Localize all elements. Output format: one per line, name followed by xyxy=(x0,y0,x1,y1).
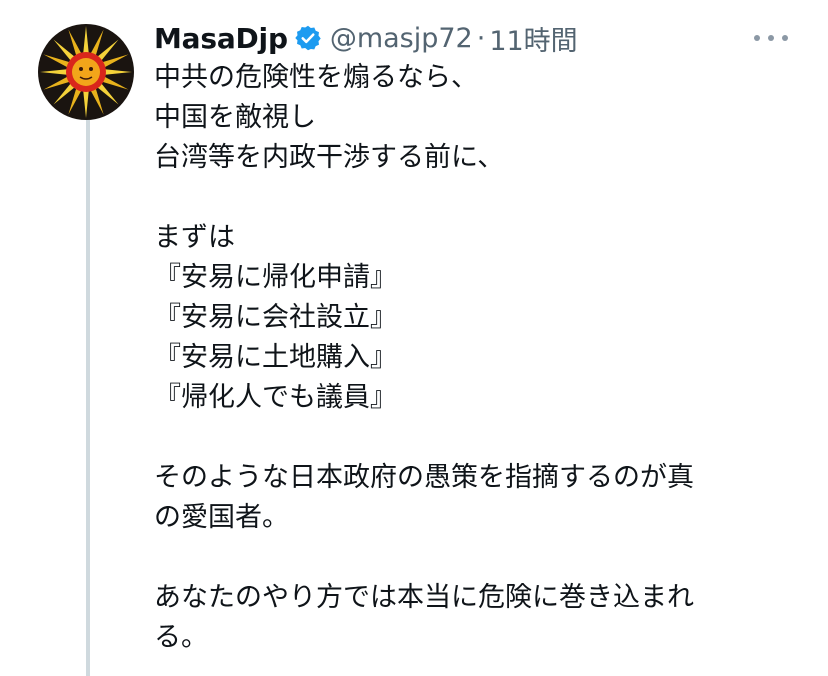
more-options-icon[interactable] xyxy=(754,26,788,50)
tweet-line: る。 xyxy=(154,622,208,653)
sun-face-avatar-icon xyxy=(38,24,134,120)
tweet-header: MasaDjp @masjp72 · 11時間 xyxy=(154,18,578,58)
tweet-text: 中共の危険性を煽るなら、 中国を敵視し 台湾等を内政干渉する前に、 まずは 『安… xyxy=(154,58,794,658)
tweet-line: 『安易に会社設立』 xyxy=(154,302,397,333)
tweet-line: 中国を敵視し xyxy=(154,102,316,133)
timestamp[interactable]: 11時間 xyxy=(489,19,577,58)
more-dot xyxy=(768,35,774,41)
tweet-line: あなたのやり方では本当に危険に巻き込まれ xyxy=(154,582,694,613)
tweet-line: の愛国者。 xyxy=(154,502,289,533)
tweet-line: 『帰化人でも議員』 xyxy=(154,382,397,413)
tweet-line: 台湾等を内政干渉する前に、 xyxy=(154,142,505,173)
tweet-line: そのような日本政府の愚策を指摘するのが真 xyxy=(154,462,694,493)
verified-badge-icon xyxy=(294,24,322,52)
avatar[interactable] xyxy=(38,24,134,120)
tweet-line: 『安易に帰化申請』 xyxy=(154,262,397,293)
handle[interactable]: @masjp72 xyxy=(330,23,473,54)
more-dot xyxy=(754,35,760,41)
tweet-line: 『安易に土地購入』 xyxy=(154,342,397,373)
thread-connector-line xyxy=(86,110,90,676)
more-dot xyxy=(782,35,788,41)
tweet-line: まずは xyxy=(154,222,235,253)
separator-dot: · xyxy=(476,22,486,54)
display-name[interactable]: MasaDjp xyxy=(154,22,288,55)
tweet-line: 中共の危険性を煽るなら、 xyxy=(154,62,478,93)
